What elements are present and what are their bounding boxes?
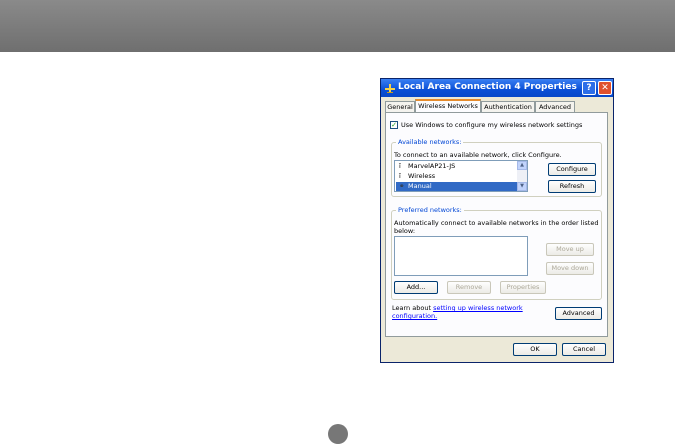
use-windows-checkbox[interactable]: ✓	[390, 121, 398, 129]
wireless-networks-panel: ✓ Use Windows to configure my wireless n…	[385, 112, 608, 337]
list-item-selected[interactable]: ⚭ Manual	[396, 182, 517, 191]
tab-wireless-networks[interactable]: Wireless Networks	[415, 99, 481, 113]
advanced-button[interactable]: Advanced	[555, 307, 602, 320]
page-marker	[328, 424, 348, 444]
dialog-title: Local Area Connection 4 Properties	[398, 82, 577, 92]
header-bar	[0, 0, 675, 52]
preferred-instruction-line2: below:	[394, 227, 416, 235]
wireless-antenna-icon: ĭ	[399, 172, 401, 180]
add-button[interactable]: Add...	[394, 281, 438, 294]
available-instruction: To connect to an available network, clic…	[394, 151, 562, 159]
properties-dialog: Local Area Connection 4 Properties ? ✕ G…	[380, 78, 614, 363]
configure-button[interactable]: Configure	[548, 163, 596, 176]
preferred-networks-group: Preferred networks: Automatically connec…	[391, 206, 602, 300]
preferred-instruction-line1: Automatically connect to available netwo…	[394, 219, 599, 227]
title-bar[interactable]: Local Area Connection 4 Properties ? ✕	[381, 79, 613, 97]
available-networks-title: Available networks:	[396, 138, 464, 146]
list-item[interactable]: ĭ MarvelAP21-JS	[396, 162, 517, 171]
scroll-up-icon[interactable]: ▲	[517, 161, 527, 170]
network-connection-icon	[385, 84, 395, 93]
ok-button[interactable]: OK	[513, 343, 557, 356]
move-down-button[interactable]: Move down	[546, 262, 594, 275]
cancel-button[interactable]: Cancel	[562, 343, 606, 356]
available-networks-list[interactable]: ĭ MarvelAP21-JS ĭ Wireless ⚭ Manual ▲ ▼	[394, 160, 528, 192]
help-button[interactable]: ?	[582, 81, 596, 95]
remove-button[interactable]: Remove	[447, 281, 491, 294]
preferred-networks-title: Preferred networks:	[396, 206, 464, 214]
setup-wireless-link[interactable]: setting up wireless network	[433, 304, 523, 312]
list-scrollbar[interactable]: ▲ ▼	[517, 161, 527, 191]
scroll-down-icon[interactable]: ▼	[517, 182, 527, 191]
preferred-networks-list[interactable]	[394, 236, 528, 276]
available-networks-group: Available networks: To connect to an ava…	[391, 138, 602, 197]
close-button[interactable]: ✕	[598, 81, 612, 95]
ad-hoc-network-icon: ⚭	[399, 182, 405, 190]
wireless-antenna-icon: ĭ	[399, 162, 401, 170]
list-item[interactable]: ĭ Wireless	[396, 172, 517, 181]
learn-about-text: Learn about setting up wireless network	[392, 304, 523, 312]
configuration-link[interactable]: configuration.	[392, 312, 437, 320]
move-up-button[interactable]: Move up	[546, 243, 594, 256]
use-windows-label: Use Windows to configure my wireless net…	[401, 121, 583, 129]
refresh-button[interactable]: Refresh	[548, 180, 596, 193]
properties-button[interactable]: Properties	[500, 281, 546, 294]
